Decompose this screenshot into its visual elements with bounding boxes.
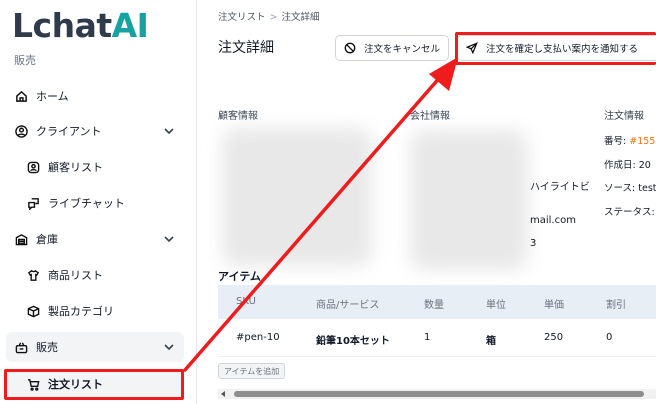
sidebar-item-warehouse[interactable]: 倉庫 — [6, 224, 184, 254]
ban-icon — [344, 42, 356, 54]
order-status-row: ステータス: — [604, 204, 655, 218]
cancel-order-button[interactable]: 注文をキャンセル — [335, 35, 449, 61]
shirt-icon — [26, 268, 40, 282]
sidebar-item-customer-list[interactable]: 顧客リスト — [6, 152, 184, 182]
sidebar-item-label: 顧客リスト — [48, 161, 103, 174]
breadcrumb-parent-link[interactable]: 注文リスト — [218, 12, 266, 23]
sidebar-item-label: 商品リスト — [48, 269, 103, 282]
company-info-heading: 会社情報 — [410, 111, 450, 122]
order-number-label: 番号: — [604, 136, 627, 147]
cancel-order-label: 注文をキャンセル — [364, 44, 441, 55]
company-email-fragment: mail.com — [530, 215, 576, 226]
sidebar-item-label: 注文リスト — [48, 378, 103, 391]
app-logo[interactable]: LchatAI — [12, 6, 149, 45]
page-title: 注文詳細 — [218, 40, 274, 56]
column-header-unit-price: 単価 — [544, 300, 564, 311]
main-content: 注文リスト > 注文詳細 注文詳細 注文をキャンセル 注文を確定し支払い案内を通知す… — [198, 0, 656, 404]
order-status-label: ステータス: — [604, 207, 655, 218]
order-created-label: 作成日: — [604, 160, 636, 171]
order-source-value: test — [638, 183, 656, 194]
table-cell-discount: 0 — [606, 332, 613, 343]
sidebar-item-label: クライアント — [36, 125, 102, 138]
home-icon — [14, 89, 28, 103]
basket-icon — [14, 340, 28, 354]
items-heading: アイテム — [218, 270, 261, 283]
column-header-unit: 単位 — [486, 300, 506, 311]
scroll-left-arrow-icon[interactable] — [221, 391, 225, 397]
add-item-button[interactable]: アイテムを追加 — [218, 363, 286, 379]
sidebar: LchatAI 販売 ホーム クライアント 顧客リスト ライブチャット 倉庫 商… — [0, 0, 197, 404]
order-number-link[interactable]: #155 — [629, 136, 655, 147]
box-icon — [26, 304, 40, 318]
chat-icon — [26, 196, 40, 210]
chevron-down-icon[interactable] — [162, 124, 176, 138]
confirm-order-label: 注文を確定し支払い案内を通知する — [486, 44, 639, 55]
sidebar-item-home[interactable]: ホーム — [6, 81, 184, 111]
sidebar-item-sales[interactable]: 販売 — [6, 332, 184, 362]
company-phone-fragment: 3 — [530, 238, 537, 249]
order-source-label: ソース: — [604, 183, 636, 194]
company-name-fragment: ハイライトビ — [530, 182, 590, 193]
order-created-value: 20 — [638, 160, 651, 171]
sidebar-section-label: 販売 — [14, 54, 36, 67]
redacted-customer-info — [222, 128, 372, 266]
confirm-order-button[interactable]: 注文を確定し支払い案内を通知する — [457, 35, 656, 61]
user-circle-icon — [14, 124, 28, 138]
order-number-row: 番号: #155 — [604, 133, 655, 147]
breadcrumb: 注文リスト > 注文詳細 — [218, 9, 320, 23]
sidebar-item-product-list[interactable]: 商品リスト — [6, 260, 184, 290]
user-badge-icon — [26, 160, 40, 174]
table-cell-quantity: 1 — [424, 332, 431, 343]
cart-icon — [26, 377, 40, 391]
chevron-down-icon[interactable] — [162, 232, 176, 246]
send-icon — [466, 42, 478, 54]
sidebar-item-label: 販売 — [36, 341, 58, 354]
breadcrumb-separator: > — [269, 12, 278, 23]
sidebar-item-live-chat[interactable]: ライブチャット — [6, 188, 184, 218]
sidebar-item-product-category[interactable]: 製品カテゴリ — [6, 296, 184, 326]
sidebar-item-label: 倉庫 — [36, 233, 58, 246]
sidebar-item-label: 製品カテゴリ — [48, 305, 114, 318]
order-created-row: 作成日: 20 — [604, 157, 651, 171]
chevron-down-icon[interactable] — [162, 340, 176, 354]
order-source-row: ソース: test — [604, 180, 656, 194]
column-header-quantity: 数量 — [424, 300, 444, 311]
sidebar-item-order-list[interactable]: 注文リスト — [6, 369, 184, 399]
horizontal-scrollbar[interactable] — [218, 389, 656, 399]
column-header-sku: SKU — [236, 296, 256, 307]
table-cell-unit-price: 250 — [544, 332, 564, 343]
table-cell-sku: #pen-10 — [236, 332, 280, 343]
table-cell-unit: 箱 — [486, 336, 496, 347]
order-info-heading: 注文情報 — [604, 111, 644, 122]
sidebar-item-label: ライブチャット — [48, 197, 125, 210]
customer-info-heading: 顧客情報 — [218, 111, 258, 122]
table-cell-product[interactable]: 鉛筆10本セット — [316, 332, 390, 347]
warehouse-icon — [14, 232, 28, 246]
redacted-company-info — [410, 130, 528, 270]
scrollbar-thumb[interactable] — [234, 391, 644, 397]
sidebar-item-client[interactable]: クライアント — [6, 116, 184, 146]
table-row-divider — [218, 356, 656, 357]
sidebar-item-label: ホーム — [36, 90, 69, 103]
column-header-product: 商品/サービス — [316, 300, 380, 311]
column-header-discount: 割引 — [606, 300, 626, 311]
breadcrumb-current: 注文詳細 — [281, 12, 320, 23]
